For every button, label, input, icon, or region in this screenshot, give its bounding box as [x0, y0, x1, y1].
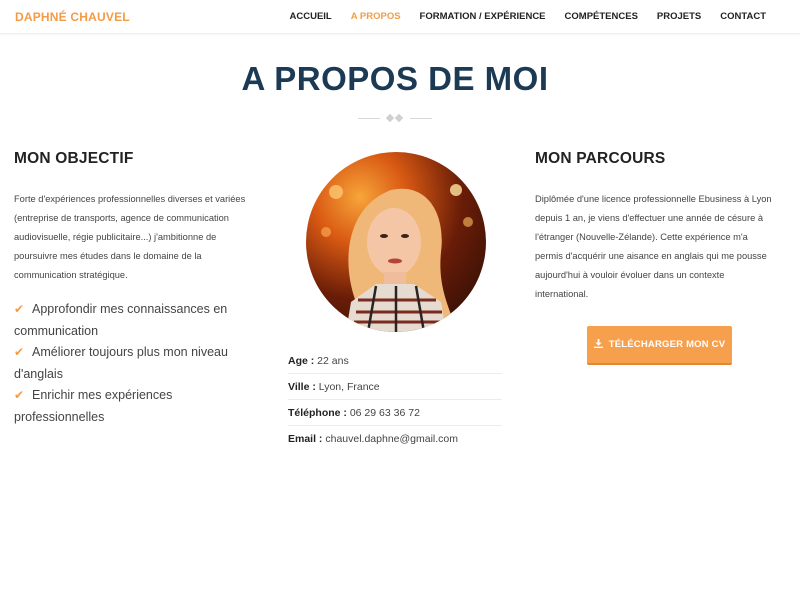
goals-list: ✔ Approfondir mes connaissances en commun… [14, 299, 254, 428]
goal-item: ✔ Améliorer toujours plus mon niveau d'an… [14, 342, 254, 385]
nav-a-propos[interactable]: A PROPOS [351, 11, 401, 22]
goal-item: ✔ Enrichir mes expériences professionnell… [14, 385, 254, 428]
profile-photo-illustration [321, 184, 473, 332]
page-title: A PROPOS DE MOI [241, 60, 549, 97]
info-ville: Ville : Lyon, France [288, 374, 502, 400]
objectif-text: Forte d'expériences professionnelles div… [14, 194, 246, 280]
info-email: Email : chauvel.daphne@gmail.com [288, 433, 459, 445]
objectif-section: MON OBJECTIF Forte d'expériences profess… [14, 150, 254, 428]
parcours-title: MON PARCOURS [535, 150, 666, 167]
download-cv-button[interactable]: TÉLÉCHARGER MON CV [587, 326, 732, 365]
nav-projets[interactable]: PROJETS [657, 11, 701, 22]
download-icon [593, 339, 603, 350]
main-nav: ACCUEIL A PROPOS FORMATION / EXPÉRIENCE … [271, 11, 766, 22]
objectif-title: MON OBJECTIF [14, 150, 134, 167]
nav-formation-experience[interactable]: FORMATION / EXPÉRIENCE [420, 11, 546, 22]
check-icon: ✔ [14, 302, 25, 316]
nav-accueil[interactable]: ACCUEIL [290, 11, 332, 22]
download-cv-label: TÉLÉCHARGER MON CV [608, 339, 726, 350]
nav-competences[interactable]: COMPÉTENCES [565, 11, 638, 22]
title-divider [358, 113, 432, 124]
top-navbar: DAPHNÉ CHAUVEL ACCUEIL A PROPOS FORMATIO… [0, 0, 800, 34]
personal-info: Age : 22 ans Ville : Lyon, France Téléph… [288, 348, 502, 452]
info-telephone: Téléphone : 06 29 63 36 72 [288, 400, 502, 426]
goal-item: ✔ Approfondir mes connaissances en commun… [14, 299, 254, 342]
profile-photo [306, 152, 486, 332]
check-icon: ✔ [14, 345, 25, 359]
nav-contact[interactable]: CONTACT [720, 11, 766, 22]
check-icon: ✔ [14, 388, 25, 402]
parcours-section: MON PARCOURS Diplômée d'une licence prof… [535, 150, 775, 304]
info-age: Age : 22 ans [288, 348, 502, 374]
brand-logo[interactable]: DAPHNÉ CHAUVEL [15, 10, 130, 24]
parcours-text: Diplômée d'une licence professionnelle E… [535, 194, 772, 299]
